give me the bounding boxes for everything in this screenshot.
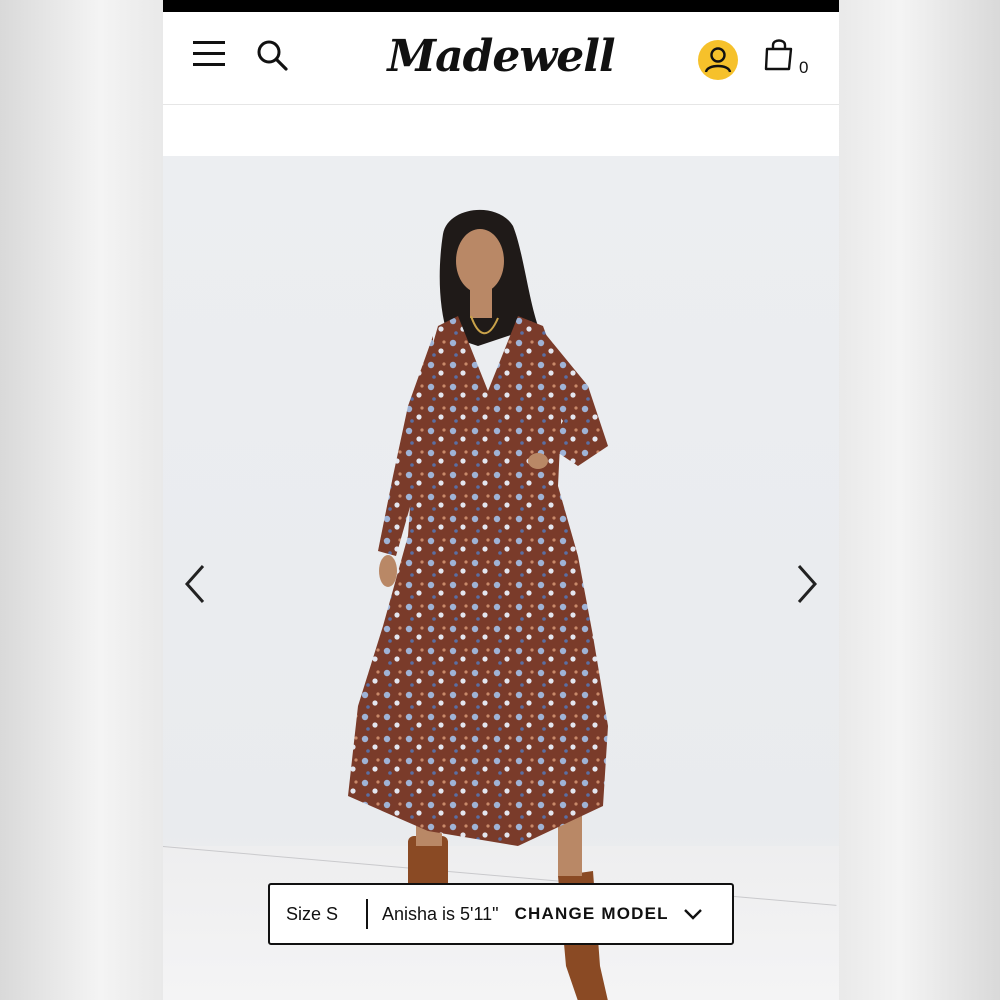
chevron-down-icon[interactable] — [683, 907, 703, 921]
header-spacer — [163, 105, 839, 156]
search-icon[interactable] — [255, 38, 289, 72]
previous-image-icon[interactable] — [181, 562, 211, 606]
bag-item-count: 0 — [799, 58, 809, 77]
selector-divider — [366, 899, 368, 929]
mobile-page: Madewell 0 Size S Anisha is 5'11" CHANGE… — [163, 0, 839, 1000]
site-header: Madewell 0 — [163, 12, 839, 105]
change-model-button[interactable]: CHANGE MODEL — [515, 904, 669, 924]
brand-logo[interactable]: Madewell — [383, 26, 619, 88]
product-image-gallery[interactable]: Size S Anisha is 5'11" CHANGE MODEL — [163, 156, 839, 1000]
user-account-icon[interactable] — [698, 40, 738, 80]
product-photo — [348, 209, 608, 1000]
change-model-selector[interactable]: Size S Anisha is 5'11" CHANGE MODEL — [268, 883, 734, 945]
next-image-icon[interactable] — [791, 562, 821, 606]
status-bar — [163, 0, 839, 12]
shopping-bag-icon[interactable] — [763, 38, 795, 72]
model-size-label: Size S — [286, 903, 339, 924]
model-height-label: Anisha is 5'11" — [382, 903, 499, 924]
hamburger-menu-icon[interactable] — [193, 40, 227, 68]
